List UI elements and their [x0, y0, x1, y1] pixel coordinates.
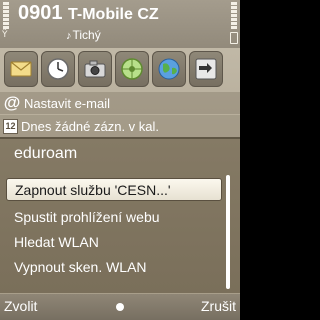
shortcut-connectivity[interactable] — [189, 51, 223, 87]
wheel-icon — [121, 58, 143, 80]
shortcut-web[interactable] — [152, 51, 186, 87]
profile-label: Tichý — [72, 28, 101, 42]
popup-scrollbar[interactable] — [226, 175, 232, 289]
shortcut-settings[interactable] — [115, 51, 149, 87]
envelope-icon — [10, 61, 32, 77]
globe-icon — [158, 58, 180, 80]
menu-item-stop-wlan-scan[interactable]: Vypnout sken. WLAN — [6, 255, 222, 278]
softkey-bar: Zvolit Zrušit — [0, 294, 240, 320]
calendar-icon: 12 — [3, 118, 18, 134]
status-bar: Ÿ 0901 T-Mobile CZ ♪Tichý — [0, 0, 240, 48]
cancel-softkey[interactable]: Zrušit — [201, 298, 236, 314]
middle-softkey-dot[interactable] — [116, 303, 124, 311]
camera-icon — [84, 60, 106, 78]
menu-item-enable-service[interactable]: Zapnout službu 'CESN...' — [6, 178, 222, 201]
setup-email-label: Nastavit e-mail — [24, 95, 110, 111]
setup-email-row[interactable]: @ Nastavit e-mail — [0, 92, 240, 114]
phone-screen: Ÿ 0901 T-Mobile CZ ♪Tichý @ Nastavit e-m… — [0, 0, 240, 320]
shortcut-clock[interactable] — [41, 51, 75, 87]
shortcut-messaging[interactable] — [4, 51, 38, 87]
scrollbar-thumb[interactable] — [226, 175, 230, 289]
select-softkey[interactable]: Zvolit — [4, 298, 37, 314]
silent-profile-icon: ♪ — [66, 30, 72, 42]
email-at-icon: @ — [3, 93, 21, 112]
active-profile: ♪Tichý — [66, 28, 101, 42]
battery-icon — [230, 32, 238, 44]
clock-icon — [47, 58, 69, 80]
antenna-icon: Ÿ — [2, 30, 8, 40]
popup-title: eduroam — [14, 145, 78, 162]
calendar-label: Dnes žádné zázn. v kal. — [21, 118, 160, 134]
calendar-row[interactable]: 12 Dnes žádné zázn. v kal. — [0, 115, 240, 137]
transfer-icon — [195, 58, 217, 80]
shortcut-bar — [4, 51, 236, 89]
menu-item-start-browsing[interactable]: Spustit prohlížení webu — [6, 205, 222, 228]
menu-item-search-wlan[interactable]: Hledat WLAN — [6, 230, 222, 253]
operator-name: T-Mobile CZ — [68, 6, 159, 23]
wlan-options-popup: eduroam Zapnout službu 'CESN...' Spustit… — [0, 137, 240, 293]
shortcut-camera[interactable] — [78, 51, 112, 87]
clock: 0901 — [18, 2, 63, 24]
